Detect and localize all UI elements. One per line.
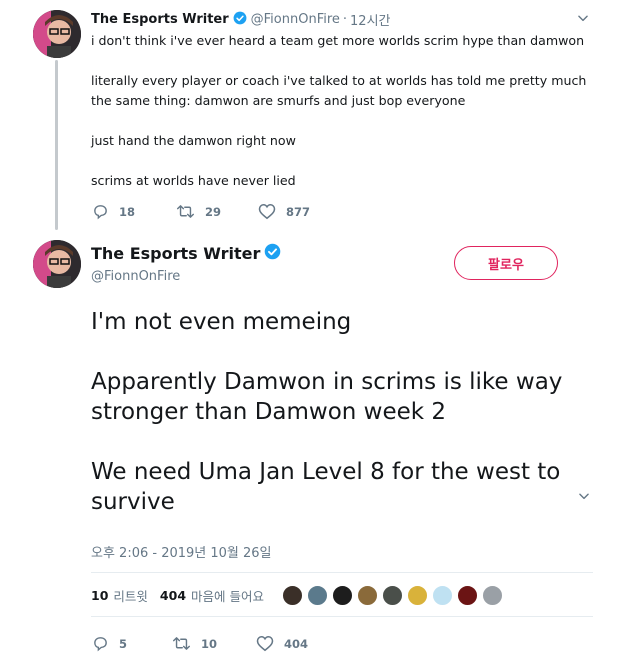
tweet-line: Apparently Damwon in scrims is like way … <box>91 369 563 425</box>
tweet-line: literally every player or coach i've tal… <box>91 73 587 108</box>
tweet-line: We need Uma Jan Level 8 for the west to … <box>91 459 561 515</box>
liker-avatar[interactable] <box>432 585 453 606</box>
reply-button[interactable]: 18 <box>92 203 176 220</box>
retweet-icon <box>176 205 194 218</box>
chevron-down-icon[interactable] <box>576 10 590 29</box>
author-handle[interactable]: @FionnOnFire <box>91 269 180 284</box>
like-button[interactable]: 404 <box>256 635 308 652</box>
tweet-line: scrims at worlds have never lied <box>91 173 296 188</box>
divider <box>91 616 593 617</box>
liker-avatars <box>282 585 507 606</box>
retweet-total[interactable]: 10 <box>91 588 108 603</box>
engagement-stats: 10 리트윗 404 마음에 들어요 <box>91 585 507 606</box>
tweet-line: i don't think i've ever heard a team get… <box>91 33 585 48</box>
like-label[interactable]: 마음에 들어요 <box>191 586 264 605</box>
reply-button[interactable]: 5 <box>92 635 172 652</box>
author-name-row: The Esports Writer <box>91 243 285 264</box>
thread-line <box>55 60 58 230</box>
liker-avatar[interactable] <box>332 585 353 606</box>
retweet-button[interactable]: 29 <box>176 203 258 220</box>
divider <box>91 572 593 573</box>
reply-count: 5 <box>119 636 128 651</box>
liker-avatar[interactable] <box>307 585 328 606</box>
follow-button[interactable]: 팔로우 <box>454 246 558 280</box>
focused-tweet: The Esports Writer @FionnOnFire 팔로우 I'm … <box>0 232 631 659</box>
retweet-icon <box>172 637 190 650</box>
retweet-button[interactable]: 10 <box>172 635 256 652</box>
heart-icon <box>256 635 274 652</box>
tweet-text: i don't think i've ever heard a team get… <box>91 31 611 191</box>
liker-avatar[interactable] <box>482 585 503 606</box>
reply-count: 18 <box>119 204 136 219</box>
like-button[interactable]: 877 <box>258 203 310 220</box>
like-count: 877 <box>286 204 311 219</box>
tweet-actions: 18 29 877 <box>92 203 310 220</box>
tweet-actions: 5 10 404 <box>92 635 308 652</box>
like-total[interactable]: 404 <box>160 588 186 603</box>
retweet-label[interactable]: 리트윗 <box>113 586 148 605</box>
tweet-line: just hand the damwon right now <box>91 133 296 148</box>
liker-avatar[interactable] <box>357 585 378 606</box>
verified-badge-icon <box>233 11 247 29</box>
separator: · <box>342 12 348 27</box>
like-count: 404 <box>284 636 309 651</box>
author-name[interactable]: The Esports Writer <box>91 244 260 263</box>
reply-icon <box>94 637 107 652</box>
author-name[interactable]: The Esports Writer <box>91 12 229 27</box>
tweet-line: I'm not even memeing <box>91 309 352 335</box>
retweet-count: 10 <box>201 636 218 651</box>
tweet-time[interactable]: 12시간 <box>350 10 390 29</box>
tweet-timestamp[interactable]: 오후 2:06 - 2019년 10월 26일 <box>91 542 272 561</box>
parent-tweet: The Esports Writer @FionnOnFire · 12시간 i… <box>0 0 631 232</box>
liker-avatar[interactable] <box>382 585 403 606</box>
avatar[interactable] <box>33 10 81 58</box>
heart-icon <box>258 203 276 220</box>
reply-icon <box>94 205 107 220</box>
verified-badge-icon <box>264 243 281 264</box>
liker-avatar[interactable] <box>282 585 303 606</box>
retweet-count: 29 <box>205 204 222 219</box>
liker-avatar[interactable] <box>457 585 478 606</box>
tweet-header: The Esports Writer @FionnOnFire · 12시간 <box>91 10 391 29</box>
tweet-text: I'm not even memeing Apparently Damwon i… <box>91 307 611 517</box>
author-handle[interactable]: @FionnOnFire <box>251 12 340 27</box>
avatar[interactable] <box>33 240 81 288</box>
liker-avatar[interactable] <box>407 585 428 606</box>
